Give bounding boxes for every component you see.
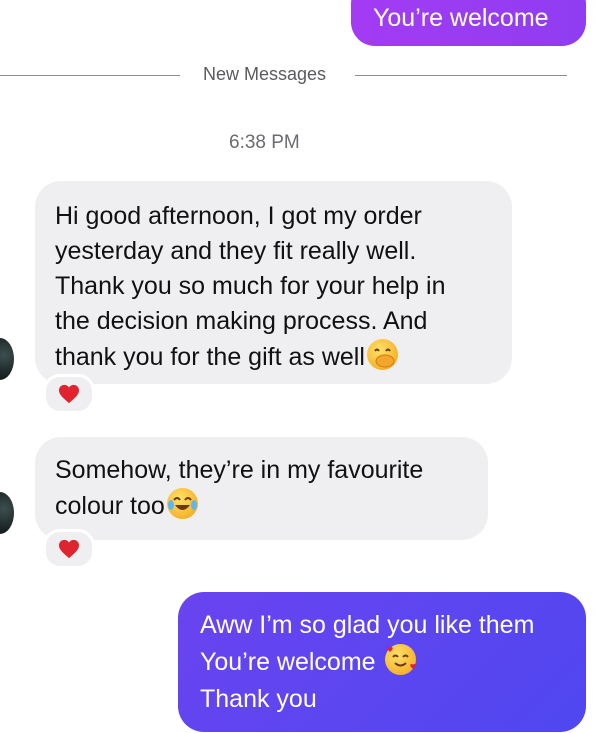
message-line-text: thank you for the gift as well <box>55 343 365 371</box>
new-messages-divider-label: New Messages <box>203 64 327 84</box>
message-line: You’re welcome <box>200 644 576 681</box>
divider-line-left <box>0 75 180 76</box>
red-heart-icon <box>59 539 79 559</box>
tears-of-joy-emoji <box>166 488 198 519</box>
outgoing-message-bubble[interactable]: Aww I’m so glad you like them You’re wel… <box>178 592 586 732</box>
incoming-message-bubble[interactable]: Hi good afternoon, I got my order yester… <box>35 181 512 384</box>
message-line: thank you for the gift as well <box>55 339 500 375</box>
heart-reaction[interactable] <box>43 374 95 414</box>
message-line-text: colour too <box>55 492 165 520</box>
outgoing-message-bubble[interactable]: You’re welcome <box>351 0 586 46</box>
sender-avatar[interactable] <box>0 338 14 380</box>
message-line-text: You’re welcome <box>200 648 376 676</box>
message-line: the decision making process. And <box>55 307 428 335</box>
divider-line-right <box>355 75 567 76</box>
message-line: Aww I’m so glad you like them <box>200 611 535 639</box>
message-line: colour too <box>55 488 476 524</box>
message-text: You’re welcome <box>373 4 549 32</box>
message-line: Thank you <box>200 685 317 713</box>
message-line: Hi good afternoon, I got my order <box>55 202 422 230</box>
smiling-face-with-hearts-emoji <box>384 644 416 675</box>
message-line: yesterday and they fit really well. <box>55 237 417 265</box>
incoming-message-bubble[interactable]: Somehow, they’re in my favourite colour … <box>35 437 488 540</box>
message-line: Somehow, they’re in my favourite <box>55 456 424 484</box>
sender-avatar[interactable] <box>0 492 14 534</box>
message-line: Thank you so much for your help in <box>55 272 446 300</box>
message-timestamp: 6:38 PM <box>229 132 300 153</box>
red-heart-icon <box>59 384 79 404</box>
heart-reaction[interactable] <box>43 529 95 569</box>
hand-over-mouth-emoji <box>366 339 398 370</box>
